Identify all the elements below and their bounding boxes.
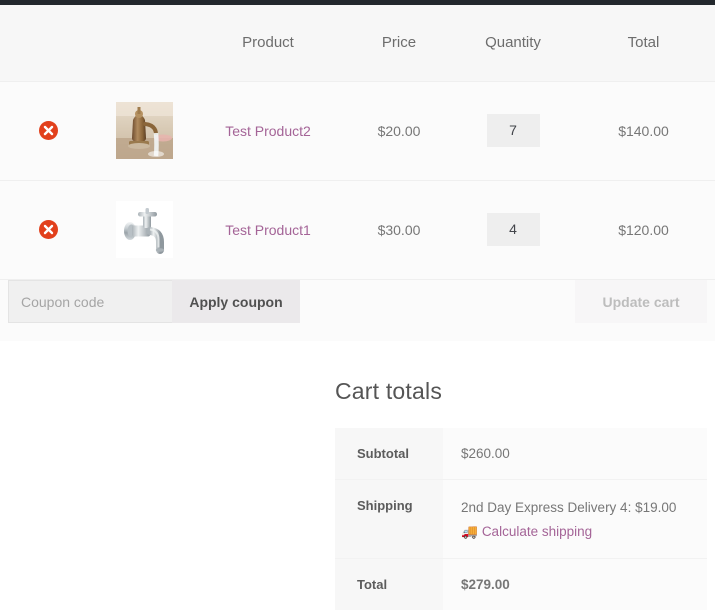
cart-row-quantity-cell <box>454 80 572 180</box>
column-header-product: Product <box>192 5 344 81</box>
remove-item-button[interactable] <box>38 121 58 140</box>
cart-row-thumbnail-cell <box>96 179 192 279</box>
shipping-method-text: 2nd Day Express Delivery 4: $19.00 <box>461 500 677 515</box>
remove-item-button[interactable] <box>38 220 58 240</box>
cart-row-quantity-cell <box>454 179 572 279</box>
shipping-label: Shipping <box>335 479 443 559</box>
cart-row-price: $30.00 <box>344 179 454 279</box>
cart-row-product-cell: Test Product2 <box>192 80 344 180</box>
cart-totals-section: Cart totals Subtotal $260.00 Shipping 2n… <box>335 378 707 610</box>
cart-table-container: Product Price Quantity Total Test Produc… <box>0 5 715 279</box>
totals-row-total: Total $279.00 <box>335 557 707 610</box>
update-cart-button[interactable]: Update cart <box>575 280 707 323</box>
table-row: Test Product2 $20.00 $140.00 <box>0 80 715 180</box>
table-row: Test Product1 $30.00 $120.00 <box>0 179 715 279</box>
column-header-total: Total <box>572 5 715 81</box>
cart-row-remove-cell <box>0 80 96 180</box>
order-total-value-cell: $279.00 <box>443 557 707 610</box>
subtotal-label: Subtotal <box>335 428 443 480</box>
cart-row-total: $120.00 <box>572 179 715 279</box>
cart-row-remove-cell <box>0 179 96 279</box>
cart-row-thumbnail-cell <box>96 80 192 180</box>
calculate-shipping-label: Calculate shipping <box>481 523 593 539</box>
totals-row-subtotal: Subtotal $260.00 <box>335 428 707 480</box>
apply-coupon-button[interactable]: Apply coupon <box>172 280 300 323</box>
cart-totals-title: Cart totals <box>335 378 443 404</box>
quantity-input[interactable] <box>486 213 540 247</box>
cart-totals-table: Subtotal $260.00 Shipping 2nd Day Expres… <box>335 428 707 610</box>
cart-row-total: $140.00 <box>572 80 715 180</box>
subtotal-value: $260.00 <box>443 428 707 480</box>
column-header-quantity: Quantity <box>454 5 572 81</box>
cart-row-price: $20.00 <box>344 80 454 180</box>
truck-icon: 🚚 <box>461 523 478 539</box>
product-thumbnail-bronze-faucet[interactable] <box>115 102 173 159</box>
cart-header-row: Product Price Quantity Total <box>0 5 715 81</box>
column-header-remove <box>0 5 96 81</box>
column-header-price: Price <box>344 5 454 81</box>
product-name-link[interactable]: Test Product2 <box>225 123 311 139</box>
close-icon <box>43 125 53 136</box>
cart-actions-row: Apply coupon Update cart <box>0 279 715 341</box>
coupon-code-input[interactable] <box>8 280 172 323</box>
product-name-link[interactable]: Test Product1 <box>225 222 311 238</box>
product-thumbnail-chrome-tap[interactable] <box>115 201 173 259</box>
close-icon <box>43 225 53 235</box>
shipping-value-cell: 2nd Day Express Delivery 4: $19.00 🚚 Calc… <box>443 479 707 559</box>
column-header-thumbnail <box>96 5 192 81</box>
calculate-shipping-link[interactable]: 🚚 Calculate shipping <box>461 524 592 540</box>
cart-row-product-cell: Test Product1 <box>192 179 344 279</box>
bronze-faucet-image <box>115 102 173 159</box>
cart-table-head: Product Price Quantity Total <box>0 5 715 81</box>
coupon-form: Apply coupon <box>8 280 300 323</box>
chrome-tap-image <box>115 201 173 259</box>
cart-table-body: Test Product2 $20.00 $140.00 <box>0 80 715 279</box>
order-total-value: $279.00 <box>461 576 510 592</box>
order-total-label: Total <box>335 557 443 610</box>
shop-cart-table: Product Price Quantity Total Test Produc… <box>0 5 715 279</box>
quantity-input[interactable] <box>486 114 540 147</box>
totals-row-shipping: Shipping 2nd Day Express Delivery 4: $19… <box>335 479 707 559</box>
